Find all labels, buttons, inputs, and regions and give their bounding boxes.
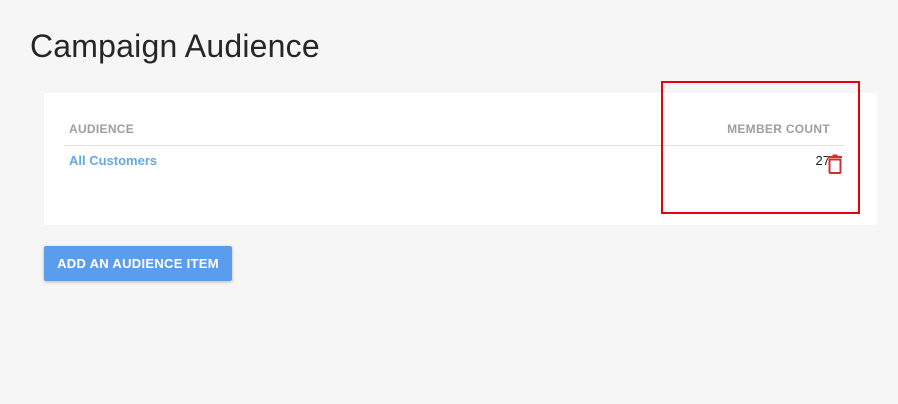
- audience-link[interactable]: All Customers: [69, 153, 157, 168]
- column-header-audience: AUDIENCE: [69, 122, 135, 136]
- audience-table-card: AUDIENCE MEMBER COUNT All Customers 27: [44, 93, 877, 225]
- table-header: AUDIENCE MEMBER COUNT: [64, 122, 844, 146]
- table-row: All Customers 27: [64, 152, 844, 176]
- add-audience-item-button[interactable]: ADD AN AUDIENCE ITEM: [44, 246, 232, 281]
- column-header-member-count: MEMBER COUNT: [727, 122, 830, 136]
- page-title: Campaign Audience: [30, 28, 320, 64]
- trash-icon-graphic: [828, 154, 842, 174]
- trash-icon[interactable]: [827, 154, 843, 174]
- campaign-audience-page: Campaign Audience AUDIENCE MEMBER COUNT …: [0, 0, 898, 404]
